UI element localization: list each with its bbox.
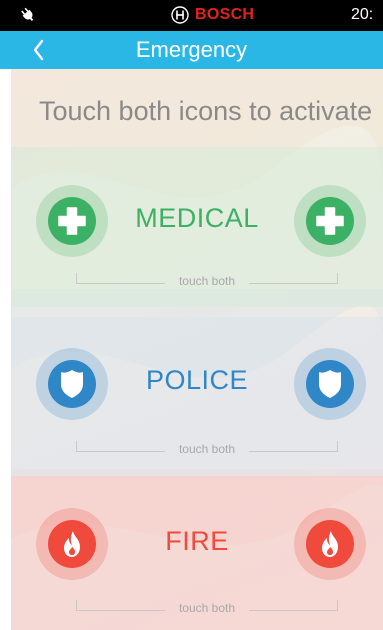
brand: BOSCH: [171, 5, 254, 25]
medical-section: MEDICAL touch both: [11, 147, 383, 307]
police-section: POLICE touch both: [11, 317, 383, 477]
medical-right-button[interactable]: [294, 185, 366, 257]
left-margin: [0, 69, 11, 630]
touch-both-bracket: touch both: [76, 600, 338, 615]
status-bar: BOSCH 20:: [0, 0, 383, 31]
bosch-logo-icon: [171, 6, 189, 24]
app-screen: BOSCH 20: Emergency Touch both icons to …: [0, 0, 383, 630]
clock: 20:: [351, 6, 374, 23]
bracket-right: [249, 273, 338, 284]
police-right-button[interactable]: [294, 348, 366, 420]
nav-bar: Emergency: [0, 31, 383, 69]
flame-icon: [306, 520, 354, 568]
shield-icon: [306, 360, 354, 408]
medical-cross-icon: [306, 197, 354, 245]
instruction-text: Touch both icons to activate: [39, 96, 373, 126]
bracket-right: [249, 600, 338, 611]
touch-both-bracket: touch both: [76, 273, 338, 288]
page-title: Emergency: [135, 37, 248, 62]
fire-section: FIRE touch both: [11, 476, 383, 630]
fire-right-button[interactable]: [294, 508, 366, 580]
emergency-panel: Touch both icons to activate MEDICAL tou…: [11, 69, 383, 630]
plug-icon: [21, 7, 34, 22]
bracket-right: [249, 441, 338, 452]
brand-name: BOSCH: [195, 6, 255, 23]
touch-both-bracket: touch both: [76, 441, 338, 456]
